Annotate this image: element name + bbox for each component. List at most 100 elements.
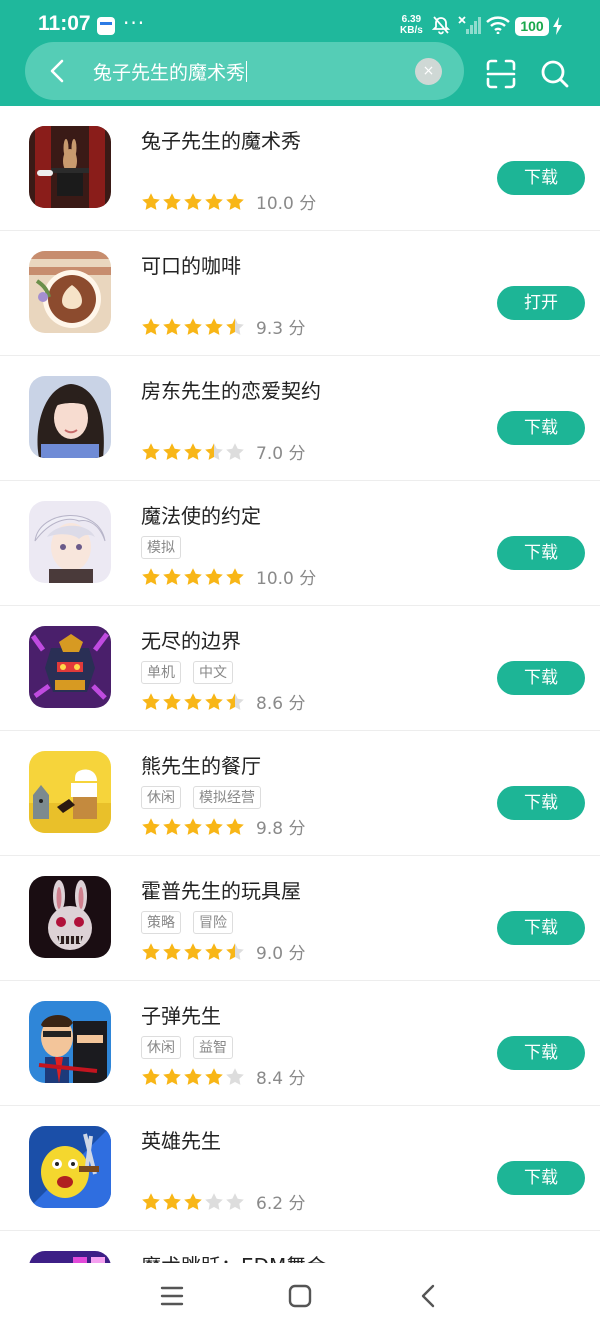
app-rating: 9.0 分 bbox=[141, 939, 306, 964]
star-empty-icon bbox=[205, 1192, 223, 1210]
network-speed-value: 6.39 bbox=[401, 14, 422, 25]
search-icon[interactable] bbox=[540, 58, 570, 90]
download-button[interactable]: 下载 bbox=[497, 161, 585, 195]
star-full-icon bbox=[142, 567, 160, 585]
app-tags: 休闲 模拟经营 bbox=[141, 786, 273, 809]
app-row[interactable]: 子弹先生 休闲 益智 8.4 分 下载 bbox=[0, 981, 600, 1106]
star-rating bbox=[141, 441, 246, 462]
download-button[interactable]: 下载 bbox=[497, 1161, 585, 1195]
app-icon-landlord-romance[interactable] bbox=[29, 376, 111, 458]
app-title[interactable]: 兔子先生的魔术秀 bbox=[141, 125, 301, 154]
search-input[interactable]: 兔子先生的魔术秀 bbox=[93, 58, 248, 85]
app-score: 8.4 分 bbox=[256, 1069, 306, 1089]
app-title[interactable]: 霍普先生的玩具屋 bbox=[141, 875, 301, 904]
star-rating bbox=[141, 566, 246, 587]
download-button[interactable]: 下载 bbox=[497, 411, 585, 445]
star-rating bbox=[141, 1066, 246, 1087]
star-rating bbox=[141, 1191, 246, 1212]
open-button[interactable]: 打开 bbox=[497, 286, 585, 320]
star-full-icon bbox=[142, 1192, 160, 1210]
star-half-icon bbox=[226, 942, 244, 960]
app-icon-mr-bullet[interactable] bbox=[29, 1001, 111, 1083]
app-title[interactable]: 魔术跳跃：EDM舞会 bbox=[141, 1250, 326, 1263]
star-full-icon bbox=[205, 817, 223, 835]
star-full-icon bbox=[184, 817, 202, 835]
app-title[interactable]: 无尽的边界 bbox=[141, 625, 241, 654]
app-icon-bear-restaurant[interactable] bbox=[29, 751, 111, 833]
star-full-icon bbox=[163, 692, 181, 710]
download-button[interactable]: 下载 bbox=[497, 661, 585, 695]
network-speed-unit: KB/s bbox=[400, 25, 423, 36]
battery-level: 100 bbox=[515, 17, 549, 36]
star-empty-icon bbox=[226, 1192, 244, 1210]
app-row[interactable]: 霍普先生的玩具屋 策略 冒险 9.0 分 下载 bbox=[0, 856, 600, 981]
star-full-icon bbox=[205, 942, 223, 960]
app-tags: 休闲 益智 bbox=[141, 1036, 245, 1059]
app-tags: 策略 冒险 bbox=[141, 911, 245, 934]
app-icon-endless-frontier[interactable] bbox=[29, 626, 111, 708]
app-title[interactable]: 魔法使的约定 bbox=[141, 500, 261, 529]
app-tag: 冒险 bbox=[193, 911, 233, 934]
text-cursor bbox=[246, 61, 248, 82]
star-full-icon bbox=[205, 317, 223, 335]
app-row[interactable]: 魔法使的约定 模拟 10.0 分 下载 bbox=[0, 481, 600, 606]
signal-icon bbox=[458, 16, 481, 34]
star-rating bbox=[141, 816, 246, 837]
app-title[interactable]: 房东先生的恋爱契约 bbox=[141, 375, 321, 404]
app-icon-toy-house[interactable] bbox=[29, 876, 111, 958]
star-full-icon bbox=[205, 692, 223, 710]
star-full-icon bbox=[142, 692, 160, 710]
app-tag: 单机 bbox=[141, 661, 181, 684]
search-results-list[interactable]: 兔子先生的魔术秀 10.0 分 下载 可口的咖啡 9.3 分 打开 房东先生的恋… bbox=[0, 106, 600, 1263]
menu-icon[interactable] bbox=[159, 1283, 185, 1309]
star-half-icon bbox=[226, 317, 244, 335]
app-rating: 9.8 分 bbox=[141, 814, 305, 839]
star-full-icon bbox=[205, 1067, 223, 1085]
download-button[interactable]: 下载 bbox=[497, 536, 585, 570]
star-full-icon bbox=[184, 192, 202, 210]
app-tag: 休闲 bbox=[141, 786, 181, 809]
star-full-icon bbox=[184, 442, 202, 460]
app-row[interactable]: 兔子先生的魔术秀 10.0 分 下载 bbox=[0, 106, 600, 231]
search-bar[interactable]: 兔子先生的魔术秀 × bbox=[25, 42, 464, 100]
app-row[interactable]: 熊先生的餐厅 休闲 模拟经营 9.8 分 下载 bbox=[0, 731, 600, 856]
app-score: 9.0 分 bbox=[256, 944, 306, 964]
download-button[interactable]: 下载 bbox=[497, 786, 585, 820]
app-icon-magic-jump[interactable] bbox=[29, 1251, 111, 1263]
app-title[interactable]: 可口的咖啡 bbox=[141, 250, 241, 279]
app-score: 9.3 分 bbox=[256, 319, 306, 339]
wifi-icon bbox=[486, 16, 510, 34]
star-rating bbox=[141, 316, 246, 337]
app-rating: 7.0 分 bbox=[141, 439, 305, 464]
star-full-icon bbox=[142, 942, 160, 960]
star-rating bbox=[141, 941, 246, 962]
app-row[interactable]: 无尽的边界 单机 中文 8.6 分 下载 bbox=[0, 606, 600, 731]
app-row[interactable]: 房东先生的恋爱契约 7.0 分 下载 bbox=[0, 356, 600, 481]
app-rating: 6.2 分 bbox=[141, 1189, 305, 1214]
back-arrow-icon[interactable] bbox=[45, 58, 71, 84]
app-title[interactable]: 子弹先生 bbox=[141, 1000, 221, 1029]
back-icon[interactable] bbox=[416, 1283, 442, 1309]
app-tag: 益智 bbox=[193, 1036, 233, 1059]
app-icon-wizard-promise[interactable] bbox=[29, 501, 111, 583]
home-icon[interactable] bbox=[287, 1283, 313, 1309]
download-button[interactable]: 下载 bbox=[497, 1036, 585, 1070]
star-full-icon bbox=[142, 1067, 160, 1085]
star-full-icon bbox=[142, 317, 160, 335]
app-icon-rabbit-magic[interactable] bbox=[29, 126, 111, 208]
app-title[interactable]: 熊先生的餐厅 bbox=[141, 750, 261, 779]
mute-bell-icon bbox=[431, 16, 451, 35]
app-row[interactable]: 英雄先生 6.2 分 下载 bbox=[0, 1106, 600, 1231]
app-title[interactable]: 英雄先生 bbox=[141, 1125, 221, 1154]
star-full-icon bbox=[163, 1067, 181, 1085]
app-row[interactable]: 魔术跳跃：EDM舞会 bbox=[0, 1231, 600, 1263]
app-icon-mr-hero[interactable] bbox=[29, 1126, 111, 1208]
clear-search-icon[interactable]: × bbox=[415, 58, 442, 85]
download-button[interactable]: 下载 bbox=[497, 911, 585, 945]
app-row[interactable]: 可口的咖啡 9.3 分 打开 bbox=[0, 231, 600, 356]
star-full-icon bbox=[184, 942, 202, 960]
star-full-icon bbox=[142, 192, 160, 210]
scan-icon[interactable] bbox=[485, 58, 517, 90]
app-icon-coffee[interactable] bbox=[29, 251, 111, 333]
app-rating: 9.3 分 bbox=[141, 314, 306, 339]
